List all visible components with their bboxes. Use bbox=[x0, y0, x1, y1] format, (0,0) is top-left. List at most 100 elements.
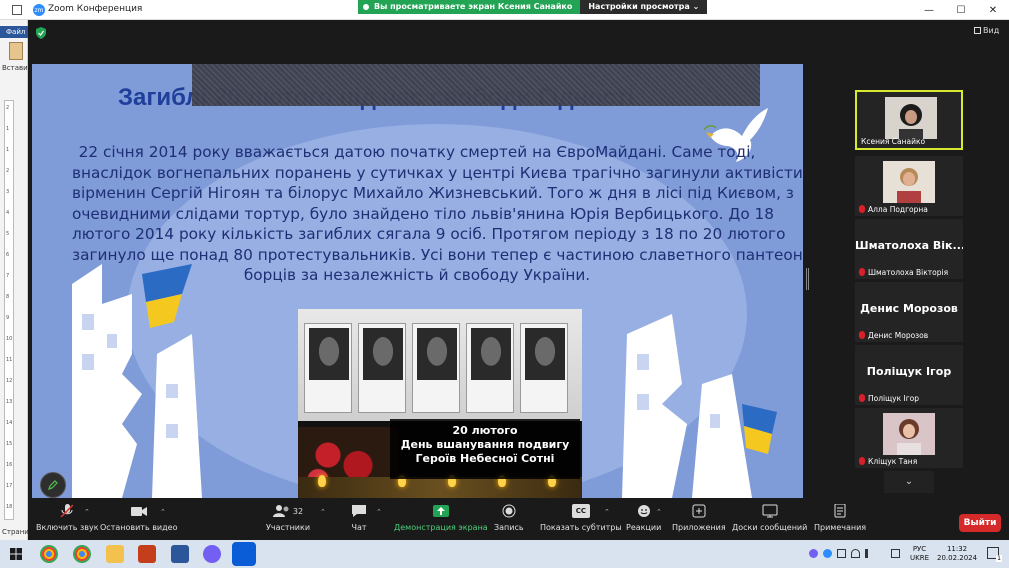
video-label: Остановить видео bbox=[100, 523, 178, 532]
participant-name: Кліщук Таня bbox=[868, 457, 918, 466]
chat-bubble-icon bbox=[352, 505, 366, 517]
ruler-tick-label: 2 bbox=[6, 105, 10, 111]
memorial-card bbox=[520, 323, 568, 413]
view-button[interactable]: Вид bbox=[974, 26, 999, 35]
notes-button[interactable]: Примечания bbox=[814, 504, 866, 540]
ruler-tick-label: 14 bbox=[6, 420, 13, 426]
powerpoint-app-icon[interactable] bbox=[138, 545, 156, 563]
word-app-icon[interactable] bbox=[171, 545, 189, 563]
minimize-button[interactable]: — bbox=[913, 0, 945, 20]
share-banner: Вы просматриваете экран Ксения Санайко Н… bbox=[358, 0, 708, 14]
participant-display-name: Поліщук Ігор bbox=[866, 365, 952, 378]
caret-up-icon[interactable]: ⌃ bbox=[84, 508, 90, 516]
caret-up-icon[interactable]: ⌃ bbox=[160, 508, 166, 516]
participant-name-row: Алла Подгорна bbox=[859, 205, 928, 214]
slide-paragraph-line: внаслідок вогнепальних поранень у сутичк… bbox=[72, 163, 803, 182]
vertical-ruler: 2 1 1 2 3 4 5 6 7 8 9 10 11 12 13 14 15 16 17 18 bbox=[4, 100, 14, 520]
share-screen-button[interactable]: Демонстрация экрана bbox=[394, 504, 488, 540]
gallery-scroll-down-button[interactable]: ⌄ bbox=[884, 471, 934, 493]
ruler-tick-label: 16 bbox=[6, 462, 13, 468]
apps-button[interactable]: Приложения bbox=[672, 504, 726, 540]
viber-app-icon[interactable] bbox=[203, 545, 221, 563]
muted-mic-icon bbox=[859, 457, 865, 465]
participant-video bbox=[883, 413, 935, 455]
file-tab[interactable]: Файл bbox=[0, 26, 28, 38]
view-options-button[interactable]: Настройки просмотра ⌄ bbox=[580, 0, 708, 14]
meeting-toolbar: Включить звук ⌃ Остановить видео ⌃ 32 Уч… bbox=[28, 498, 1009, 540]
view-label: Вид bbox=[983, 26, 1000, 35]
participant-tile[interactable]: Ксения Санайко bbox=[855, 90, 963, 150]
zoom-logo-icon: zm bbox=[33, 4, 45, 16]
close-button[interactable]: ✕ bbox=[977, 0, 1009, 20]
memorial-portrait bbox=[525, 328, 565, 380]
save-icon[interactable] bbox=[12, 5, 22, 15]
ruler-tick-label: 13 bbox=[6, 399, 13, 405]
whiteboards-button[interactable]: Доски сообщений bbox=[732, 504, 807, 540]
slide-paragraph-line: вірменин Сергій Нігоян та білорус Михайл… bbox=[72, 184, 794, 202]
zoom-app-icon[interactable] bbox=[232, 542, 256, 566]
participant-name-row: Денис Морозов bbox=[859, 331, 928, 340]
chat-button[interactable]: Чат ⌃ bbox=[350, 504, 382, 540]
file-explorer-icon[interactable] bbox=[106, 545, 124, 563]
word-background-strip: Файл Встави 2 1 1 2 3 4 5 6 7 8 9 10 11 12 13 14 15 16 17 1… bbox=[0, 20, 29, 540]
wifi-icon[interactable] bbox=[851, 549, 860, 558]
annotate-pen-button[interactable] bbox=[40, 472, 66, 498]
captions-button[interactable]: CC Показать субтитры ⌃ bbox=[540, 504, 622, 540]
language-top: РУС bbox=[912, 545, 927, 553]
slide-paragraph-line: лютого 2014 року кількість загиблих сяга… bbox=[72, 225, 786, 243]
participants-label: Участники bbox=[266, 523, 311, 532]
video-camera-icon bbox=[130, 507, 147, 516]
caret-up-icon[interactable]: ⌃ bbox=[320, 508, 326, 516]
unmute-button[interactable]: Включить звук ⌃ bbox=[36, 504, 99, 540]
ruler-tick-label: 17 bbox=[6, 483, 13, 489]
candle-flame-icon bbox=[318, 475, 326, 487]
security-shield-icon[interactable] bbox=[36, 27, 46, 39]
memorial-portrait bbox=[309, 328, 349, 380]
ruler-tick-label: 9 bbox=[6, 315, 10, 321]
maximize-button[interactable]: ☐ bbox=[945, 0, 977, 20]
record-icon bbox=[502, 504, 516, 518]
record-button[interactable]: Запись bbox=[494, 504, 524, 540]
reactions-button[interactable]: Реакции ⌃ bbox=[626, 504, 662, 540]
panel-splitter[interactable] bbox=[806, 268, 809, 290]
ruler-tick-label: 8 bbox=[6, 294, 10, 300]
share-overlay-bar bbox=[192, 64, 760, 106]
caret-up-icon[interactable]: ⌃ bbox=[376, 508, 382, 516]
ruler-tick-label: 6 bbox=[6, 252, 10, 258]
viber-tray-icon[interactable] bbox=[809, 549, 818, 558]
participant-tile[interactable]: Денис Морозов Денис Морозов bbox=[855, 282, 963, 342]
participant-name-row: Шматолоха Вікторія bbox=[859, 268, 948, 277]
input-language[interactable]: РУС UKRE bbox=[910, 545, 929, 563]
zoom-title-bar: zm Zoom Конференция Вы просматриваете эк… bbox=[0, 0, 1009, 20]
caret-up-icon[interactable]: ⌃ bbox=[604, 508, 610, 516]
apps-label: Приложения bbox=[672, 523, 726, 532]
window-title: Zoom Конференция bbox=[48, 4, 143, 14]
memorial-portrait bbox=[471, 328, 511, 380]
participant-tile[interactable]: Поліщук Ігор Поліщук Ігор bbox=[855, 345, 963, 405]
video-button[interactable]: Остановить видео ⌃ bbox=[100, 504, 177, 540]
zoom-tray-icon[interactable] bbox=[823, 549, 832, 558]
leave-button[interactable]: Выйти bbox=[959, 514, 1001, 532]
people-icon bbox=[272, 505, 289, 517]
memorial-portrait bbox=[363, 328, 403, 380]
participant-name: Алла Подгорна bbox=[868, 205, 928, 214]
participants-button[interactable]: 32 Участники ⌃ bbox=[266, 504, 326, 540]
participants-icon-row: 32 bbox=[272, 504, 303, 518]
windows-taskbar: РУС UKRE 11:32 20.02.2024 1 bbox=[0, 540, 1009, 568]
participant-tile[interactable]: Шматолоха Вік... Шматолоха Вікторія bbox=[855, 219, 963, 279]
captions-label: Показать субтитры bbox=[540, 523, 622, 532]
chrome-app-icon[interactable] bbox=[40, 545, 58, 563]
paste-icon[interactable] bbox=[9, 42, 23, 60]
keyboard-icon[interactable] bbox=[891, 549, 900, 558]
volume-icon[interactable] bbox=[865, 549, 874, 558]
battery-icon[interactable] bbox=[837, 549, 846, 558]
windows-start-icon[interactable] bbox=[10, 548, 22, 560]
caret-up-icon[interactable]: ⌃ bbox=[656, 508, 662, 516]
ruler-tick-label: 5 bbox=[6, 231, 10, 237]
view-options-label: Настройки просмотра bbox=[588, 2, 690, 11]
chrome-app-icon[interactable] bbox=[73, 545, 91, 563]
clock[interactable]: 11:32 20.02.2024 bbox=[937, 545, 977, 563]
participant-tile[interactable]: Алла Подгорна bbox=[855, 156, 963, 216]
participant-tile[interactable]: Кліщук Таня bbox=[855, 408, 963, 468]
notifications-icon[interactable]: 1 bbox=[987, 547, 1002, 562]
